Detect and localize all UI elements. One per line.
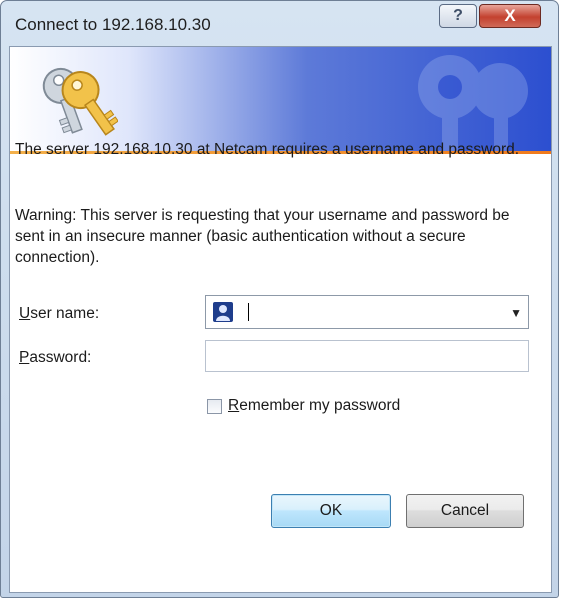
credentials-dialog: Connect to 192.168.10.30 ? X The server … (0, 0, 559, 598)
dropdown-arrow-icon[interactable]: ▼ (510, 306, 522, 320)
remember-password-label[interactable]: Remember my password (228, 397, 400, 415)
title-bar[interactable]: Connect to 192.168.10.30 ? X (1, 1, 558, 45)
help-button[interactable]: ? (439, 4, 477, 28)
cancel-button[interactable]: Cancel (406, 494, 524, 528)
username-label: User name: (19, 305, 100, 322)
banner (10, 47, 551, 151)
security-warning: Warning: This server is requesting that … (15, 207, 510, 266)
window-title: Connect to 192.168.10.30 (15, 15, 211, 34)
ok-button[interactable]: OK (271, 494, 391, 528)
password-label: Password: (19, 349, 92, 366)
server-message: The server 192.168.10.30 at Netcam requi… (15, 141, 520, 158)
keys-icon (42, 67, 118, 136)
background-keys-icon (418, 55, 528, 151)
remember-password-checkbox[interactable] (207, 398, 222, 414)
username-field[interactable]: ▼ (205, 295, 529, 329)
close-icon: X (504, 6, 516, 25)
password-field[interactable] (205, 340, 529, 372)
close-button[interactable]: X (479, 4, 541, 28)
remember-password-option[interactable]: Remember my password (207, 397, 400, 415)
text-cursor (248, 303, 249, 321)
user-icon (213, 302, 233, 322)
help-icon: ? (453, 7, 463, 24)
